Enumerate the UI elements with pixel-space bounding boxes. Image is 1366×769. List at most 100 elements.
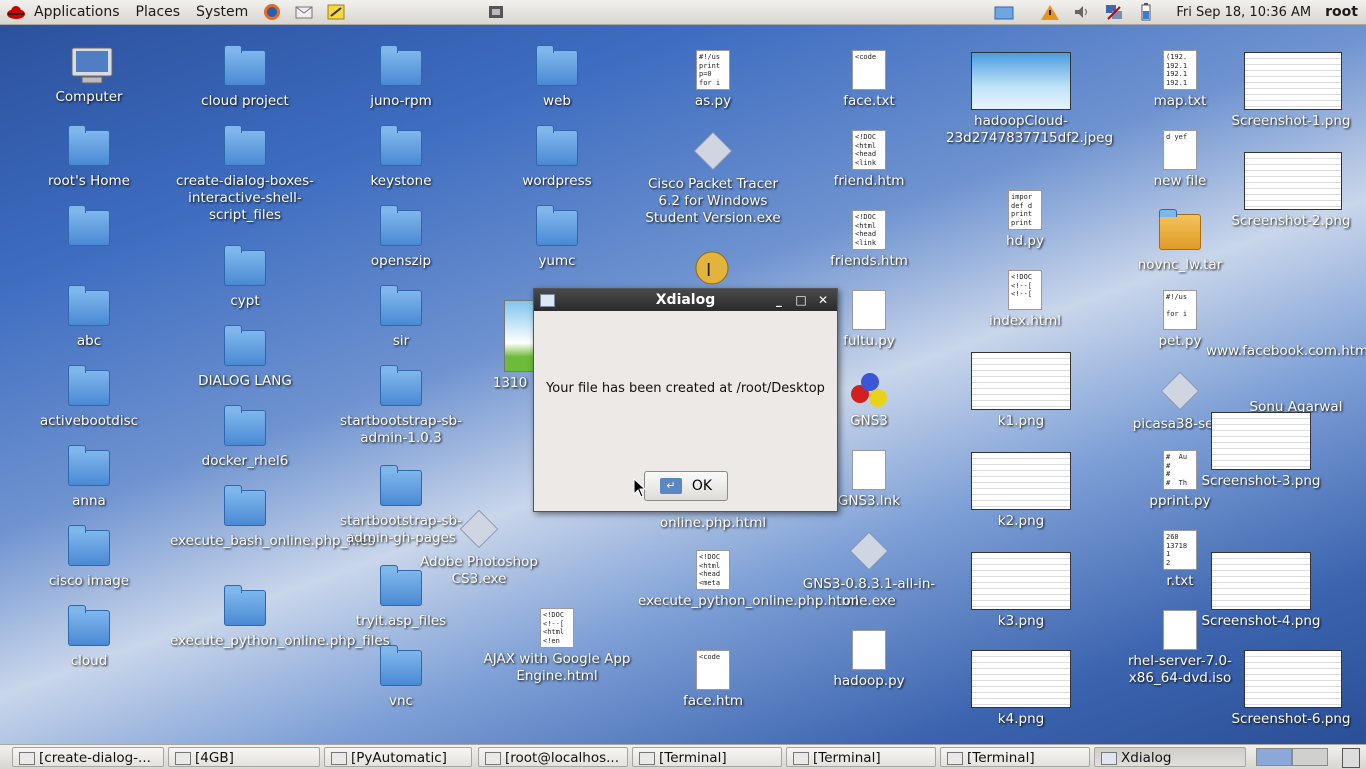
close-icon[interactable]: ✕ (815, 292, 831, 308)
desktop-icon-image[interactable]: k4.png (946, 650, 1096, 728)
desktop-icon-folder[interactable]: web (482, 45, 632, 110)
desktop-icon-folder[interactable]: startbootstrap-sb-admin-1.0.3 (326, 365, 476, 447)
desktop-icon-image[interactable]: k2.png (946, 452, 1096, 530)
minimize-icon[interactable]: _ (771, 292, 787, 308)
icon-label: cypt (230, 293, 260, 309)
desktop-icon-home[interactable]: root's Home (14, 125, 164, 190)
desktop-icon-image[interactable]: 1310 (480, 300, 540, 392)
firefox-launcher-icon[interactable] (262, 3, 282, 21)
desktop-icon-image[interactable]: k3.png (946, 552, 1096, 630)
desktop-icon-folder[interactable]: keystone (326, 125, 476, 190)
notes-launcher-icon[interactable] (326, 3, 346, 21)
desktop-icon-folder[interactable]: anna (14, 445, 164, 510)
desktop-icon-folder[interactable]: vnc (326, 645, 476, 710)
taskbar-item[interactable]: [4GB] (168, 747, 320, 767)
battery-icon[interactable] (1136, 3, 1156, 21)
mail-launcher-icon[interactable] (294, 3, 314, 21)
redhat-logo-icon[interactable] (6, 3, 26, 21)
desktop-icon-folder[interactable]: cloud (14, 605, 164, 670)
desktop-icon-doc[interactable]: <!DOC <html <head <link friends.htm (794, 210, 944, 270)
desktop-icon-doc[interactable]: #!/us print p=0 for i as.py (638, 50, 788, 110)
workspace-switcher[interactable] (1256, 748, 1328, 766)
image-thumbnail-icon (971, 552, 1071, 610)
system-menu[interactable]: System (188, 0, 256, 24)
volume-icon[interactable] (1072, 3, 1092, 21)
clock[interactable]: Fri Sep 18, 10:36 AM (1162, 5, 1325, 20)
folder-icon (380, 205, 422, 246)
folder-panel-icon[interactable] (994, 3, 1014, 21)
desktop-icon-doc[interactable]: <code face.txt (794, 50, 944, 110)
desktop-icon-folder[interactable]: create-dialog-boxes-interactive-shell-sc… (170, 125, 320, 224)
icon-label: keystone (370, 173, 432, 189)
desktop-icon-folder[interactable]: wordpress (482, 125, 632, 190)
taskbar-item[interactable]: [PyAutomatic] (324, 747, 472, 767)
taskbar-item[interactable]: [Terminal] (940, 747, 1090, 767)
taskbar-item[interactable]: [Terminal] (786, 747, 936, 767)
desktop-icon-folder[interactable]: openszip (326, 205, 476, 270)
dialog-titlebar[interactable]: Xdialog _ □ ✕ (534, 289, 837, 311)
desktop-icon-doc[interactable]: hadoop.py (794, 630, 944, 690)
desktop-icon-folder[interactable]: execute_bash_online.php_files (170, 485, 375, 550)
desktop-icon-image[interactable]: hadoopCloud-23d2747837715df2.jpeg (946, 52, 1113, 147)
applications-menu[interactable]: Applications (26, 0, 128, 24)
desktop-icon-image[interactable]: Screenshot-6.png (1216, 650, 1366, 728)
window-app-icon[interactable] (540, 294, 555, 307)
icon-label: k2.png (997, 513, 1045, 529)
icon-label: openszip (370, 253, 432, 269)
desktop-icon-folder[interactable] (14, 205, 164, 253)
workspace-2[interactable] (1292, 748, 1328, 766)
desktop-icon-doc[interactable]: <!DOC <!--[ <!--[ index.html (950, 270, 1100, 330)
desktop-icon-doc[interactable]: <code face.htm (638, 650, 788, 710)
desktop-icon-image[interactable]: Screenshot-4.png (1186, 552, 1336, 630)
desktop-icon-folder[interactable]: execute_python_online.php_files (170, 585, 390, 650)
desktop-icon-folder[interactable]: cloud project (170, 45, 320, 110)
desktop-icon-doc[interactable]: online.php.html (638, 512, 788, 532)
desktop-icon-installer[interactable]: I (638, 246, 788, 286)
dialog-message: Your file has been created at /root/Desk… (546, 381, 825, 396)
user-menu[interactable]: root (1325, 4, 1366, 20)
desktop-icon-exe[interactable]: Cisco Packet Tracer 6.2 for Windows Stud… (638, 130, 788, 227)
desktop-icon-folder[interactable]: abc (14, 285, 164, 350)
taskbar-item[interactable]: [root@localhos... (478, 747, 628, 767)
python-file-icon (852, 630, 886, 670)
icon-label: index.html (989, 313, 1061, 329)
ok-button[interactable]: ↵ OK (644, 471, 728, 501)
desktop-icon-image[interactable]: Screenshot-2.png (1216, 152, 1366, 230)
taskbar-item[interactable]: [create-dialog-... (12, 747, 164, 767)
desktop-icon-doc[interactable]: <!DOC <!--[ <html <!en AJAX with Google … (482, 608, 632, 685)
desktop-icon-folder[interactable]: activebootdisc (14, 365, 164, 430)
places-menu[interactable]: Places (128, 0, 189, 24)
desktop-icon-folder[interactable]: sir (326, 285, 476, 350)
desktop-icon-folder[interactable]: cisco image (14, 525, 164, 590)
desktop-icon-doc[interactable]: <!DOC <html <head <link friend.htm (794, 130, 944, 190)
warning-icon[interactable] (1040, 3, 1060, 21)
python-file-icon: #!/us for i (1163, 290, 1197, 330)
desktop-icon-doc[interactable]: <!DOC <html <head <meta execute_python_o… (638, 550, 858, 610)
folder-icon (380, 365, 422, 406)
desktop-icon-folder[interactable]: yumc (482, 205, 632, 270)
desktop-icon-exe[interactable]: GNS3-0.8.3.1-all-in-one.exe (794, 530, 944, 610)
desktop-icon-doc[interactable]: www.facebook.com.htm (1206, 340, 1366, 360)
desktop-icon-folder[interactable]: cypt (170, 245, 320, 310)
taskbar-item-active[interactable]: Xdialog (1094, 747, 1246, 767)
desktop-icon-image[interactable]: Screenshot-3.png (1186, 412, 1336, 490)
desktop-icon-folder[interactable]: DIALOG LANG (170, 325, 320, 390)
desktop-icon-doc[interactable]: impor def d print print hd.py (950, 190, 1100, 250)
taskbar-item[interactable]: [Terminal] (632, 747, 782, 767)
desktop-icon-image[interactable]: k1.png (946, 352, 1096, 430)
icon-label: Screenshot-4.png (1201, 613, 1321, 629)
maximize-icon[interactable]: □ (793, 292, 809, 308)
desktop-icon-folder[interactable]: juno-rpm (326, 45, 476, 110)
icon-label: GNS3-0.8.3.1-all-in-one.exe (802, 576, 936, 609)
network-icon[interactable] (1104, 3, 1124, 21)
desktop-icon-exe[interactable]: Adobe Photoshop CS3.exe (404, 508, 554, 588)
desktop-icon-image[interactable]: Screenshot-1.png (1216, 52, 1366, 130)
html-document-icon: <!DOC <!--[ <html <!en (540, 608, 574, 648)
desktop-icon-computer[interactable]: Computer (14, 46, 164, 106)
image-thumbnail-icon (1244, 152, 1342, 210)
icon-label: friends.htm (830, 253, 908, 269)
workspace-1[interactable] (1256, 748, 1292, 766)
desktop-icon-folder[interactable]: docker_rhel6 (170, 405, 320, 470)
trash-icon[interactable] (1342, 748, 1360, 768)
network-monitor-icon[interactable] (486, 3, 506, 21)
